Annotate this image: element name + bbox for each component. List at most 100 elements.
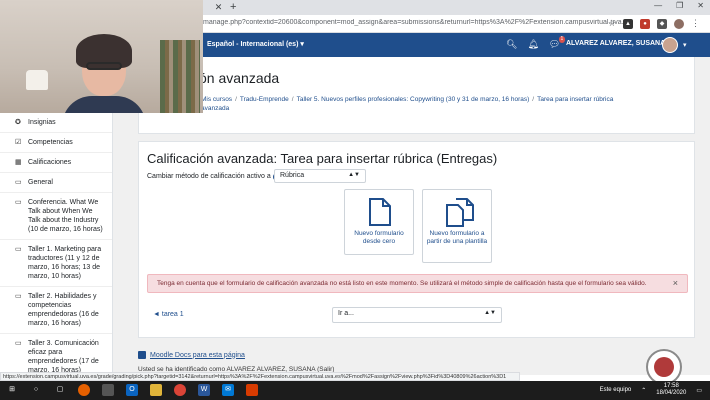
select-arrow-icon: ▲▼ — [348, 172, 360, 178]
taskbar-icons: ⊞ ○ ▢ O W ✉ — [6, 384, 258, 396]
extension-icons: ☆ ▲ ● ◆ ⋮ — [608, 18, 700, 29]
pdf-extension-icon[interactable]: ▲ — [623, 18, 633, 29]
url-field[interactable]: manage.php?contextid=20600&component=mod… — [203, 19, 623, 26]
drawer-item-competencies[interactable]: ☑ Competencias — [0, 133, 112, 153]
table-icon: ▦ — [15, 159, 22, 166]
minimize-icon[interactable]: — — [654, 1, 662, 10]
previous-activity-link[interactable]: ◄ tarea 1 — [153, 311, 184, 318]
menu-icon[interactable]: ⋮ — [691, 18, 700, 29]
window-controls: — ❐ ✕ — [654, 1, 704, 10]
drawer-item-general[interactable]: ▭ General — [0, 173, 112, 193]
new-tab-button[interactable]: + — [230, 1, 236, 13]
grading-method-value: Rúbrica — [280, 172, 305, 179]
drawer-item-workshop-2[interactable]: ▭ Taller 2. Habilidades y competencias em… — [0, 287, 112, 334]
close-window-icon[interactable]: ✕ — [697, 1, 704, 10]
bell-icon[interactable]: 🔔︎ — [527, 39, 538, 50]
folder-icon: ▭ — [15, 246, 22, 253]
breadcrumb-link[interactable]: Mis cursos — [201, 96, 232, 103]
jump-to-select[interactable]: Ir a... ▲▼ — [332, 307, 502, 323]
chrome-icon[interactable] — [174, 384, 186, 396]
user-name[interactable]: ALVAREZ ALVAREZ, SUSANA — [566, 40, 665, 47]
lamp — [26, 70, 48, 90]
drawer-item-label: Insignias — [28, 119, 56, 126]
close-icon[interactable]: × — [673, 275, 678, 292]
clock-time: 17:58 — [663, 383, 679, 389]
network-label[interactable]: Este equipo — [600, 387, 632, 393]
star-icon[interactable]: ☆ — [608, 18, 616, 29]
folder-icon: ▭ — [15, 293, 22, 300]
badge-icon: ✪ — [15, 119, 21, 126]
notifications-icon[interactable]: ▭ — [696, 387, 702, 394]
person-glasses — [86, 62, 122, 70]
language-menu[interactable]: Español - Internacional (es) ▾ — [207, 40, 304, 48]
language-label: Español - Internacional (es) — [207, 41, 299, 48]
word-icon[interactable]: W — [198, 384, 210, 396]
drawer-item-workshop-3[interactable]: ▭ Taller 3. Comunicación eficaz para empr… — [0, 334, 112, 375]
breadcrumb-link[interactable]: avanzada — [201, 105, 229, 112]
search-icon[interactable]: ○ — [30, 384, 42, 396]
info-icon — [138, 351, 146, 359]
warning-alert: Tenga en cuenta que el formulario de cal… — [147, 274, 688, 293]
grading-method-select[interactable]: Rúbrica ▲▼ — [274, 169, 366, 183]
page-title: ón avanzada — [199, 70, 280, 86]
clock[interactable]: 17:58 18/04/2020 — [656, 383, 686, 397]
system-tray: Este equipo ⌃ 17:58 18/04/2020 ▭ — [600, 383, 702, 397]
drawer-item-conference[interactable]: ▭ Conferencia. What We Talk about When We… — [0, 193, 112, 240]
file-explorer-icon[interactable] — [150, 384, 162, 396]
new-form-from-scratch-button[interactable]: Nuevo formulario desde cero — [344, 189, 414, 255]
nav-icons: 🔍︎ 🔔︎ 💬︎ 1 — [506, 36, 566, 50]
method-label: Cambiar método de calificación activo a? — [147, 173, 281, 181]
grading-title: Calificación avanzada: Tarea para insert… — [147, 151, 498, 166]
windows-start-icon[interactable]: ⊞ — [6, 384, 18, 396]
method-label-text: Cambiar método de calificación activo a — [147, 173, 271, 180]
seal-emblem — [654, 357, 674, 377]
page-header-card: ón avanzada Mis cursos / Tradu-Emprende / Ta… — [138, 57, 695, 134]
folder-icon: ▭ — [15, 179, 22, 186]
person-body — [62, 96, 146, 113]
profile-avatar[interactable] — [674, 18, 684, 29]
drawer-item-label: Taller 3. Comunicación eficaz para empre… — [28, 340, 99, 374]
close-tab-button[interactable]: ✕ — [213, 2, 224, 13]
check-square-icon: ☑ — [15, 139, 22, 146]
new-form-label: Nuevo formulario desde cero — [354, 230, 404, 245]
jump-to-value: Ir a... — [338, 310, 354, 317]
drawer-item-label: Competencias — [28, 139, 73, 146]
nav-drawer: ✪ Insignias ☑ Competencias ▦ Calificaciones… — [0, 113, 113, 375]
new-form-from-template-button[interactable]: Nuevo formulario a partir de una plantil… — [422, 189, 492, 263]
search-icon[interactable]: 🔍︎ — [506, 39, 517, 50]
drawer-item-workshop-1[interactable]: ▭ Taller 1. Marketing para traductores (1… — [0, 240, 112, 287]
drawer-item-grades[interactable]: ▦ Calificaciones — [0, 153, 112, 173]
alert-text: Tenga en cuenta que el formulario de cal… — [157, 280, 647, 287]
breadcrumb-link[interactable]: Taller 5. Nuevos perfiles profesionales:… — [297, 96, 530, 103]
drawer-item-label: General — [28, 179, 53, 186]
drawer-item-label: Taller 2. Habilidades y competencias emp… — [28, 293, 99, 327]
maximize-icon[interactable]: ❐ — [676, 1, 683, 10]
copy-documents-icon — [446, 198, 474, 227]
drawer-item-badges[interactable]: ✪ Insignias — [0, 113, 112, 133]
webcam-overlay — [0, 0, 203, 113]
grading-card: Calificación avanzada: Tarea para insert… — [138, 141, 695, 338]
store-icon[interactable] — [102, 384, 114, 396]
avatar[interactable] — [662, 37, 678, 53]
link-status-bar: https://extension.campusvirtual.uva.es/g… — [0, 372, 520, 381]
bookshelf — [160, 40, 200, 113]
notification-badge: 1 — [558, 36, 566, 43]
breadcrumb-link[interactable]: Tradu-Emprende — [240, 96, 289, 103]
outlook-icon[interactable]: O — [126, 384, 138, 396]
select-arrow-icon: ▲▼ — [484, 310, 496, 316]
breadcrumb-link[interactable]: Tarea para insertar rúbrica — [537, 96, 613, 103]
app-icon[interactable] — [246, 384, 258, 396]
moodle-docs-link[interactable]: Moodle Docs para esta página — [138, 351, 245, 359]
firefox-icon[interactable] — [78, 384, 90, 396]
chevron-up-icon[interactable]: ⌃ — [641, 387, 646, 394]
folder-icon: ▭ — [15, 199, 22, 206]
breadcrumb: Mis cursos / Tradu-Emprende / Taller 5. Nuev… — [201, 96, 614, 112]
messages-icon[interactable]: 💬︎ 1 — [549, 36, 566, 50]
task-view-icon[interactable]: ▢ — [54, 384, 66, 396]
mail-icon[interactable]: ✉ — [222, 384, 234, 396]
screen-recorder-icon[interactable]: ● — [640, 18, 650, 29]
extension-icon[interactable]: ◆ — [657, 18, 667, 29]
drawer-item-label: Calificaciones — [28, 159, 72, 166]
chevron-down-icon[interactable]: ▾ — [683, 41, 687, 49]
university-seal-logo — [646, 349, 682, 385]
